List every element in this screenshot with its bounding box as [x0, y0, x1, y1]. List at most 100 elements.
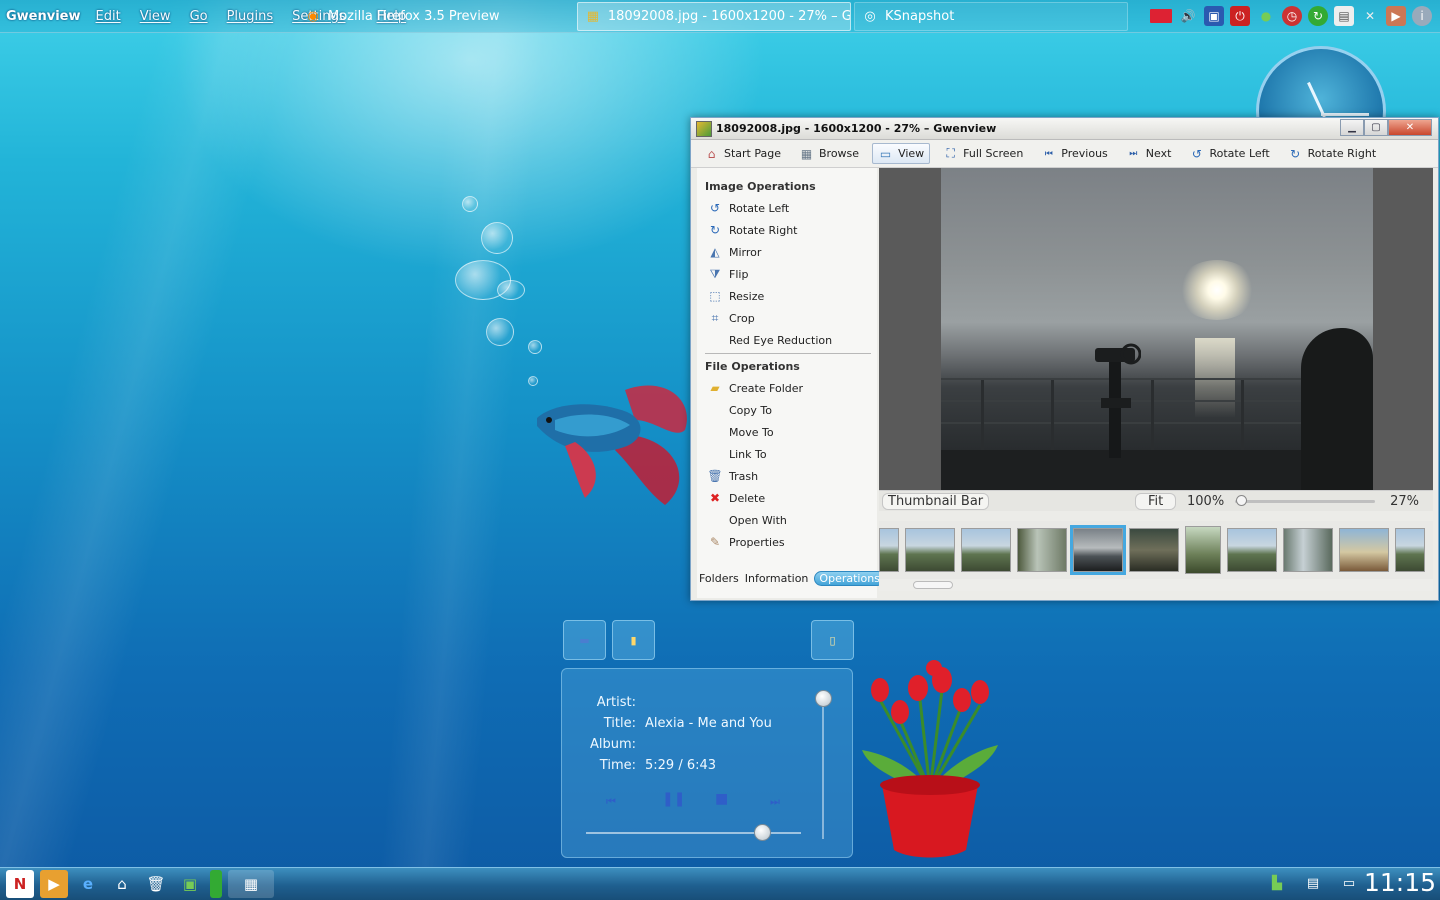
thumbnail-bar-toggle[interactable]: Thumbnail Bar [882, 492, 990, 510]
media-player-launcher-icon[interactable]: ▶ [40, 870, 68, 898]
display-icon[interactable]: ▭ [1340, 874, 1358, 892]
rotate-right-button[interactable]: ↻ Rotate Right [1283, 144, 1381, 163]
volume-slider-handle[interactable] [815, 690, 832, 707]
op-rotate-left[interactable]: ↺ Rotate Left [697, 197, 877, 219]
op-move-to[interactable]: Move To [697, 421, 877, 443]
previous-track-button[interactable]: ⏮ [606, 795, 616, 809]
menu-view[interactable]: View [140, 9, 171, 24]
op-copy-to[interactable]: Copy To [697, 399, 877, 421]
next-button[interactable]: ⏭ Next [1121, 144, 1177, 163]
zoom-slider[interactable] [1235, 500, 1375, 503]
tools-icon[interactable]: ✕ [1360, 6, 1380, 26]
zoom-fit-button[interactable]: Fit [1135, 492, 1177, 510]
thumbnail-selected[interactable] [1070, 525, 1126, 575]
menu-plugins[interactable]: Plugins [227, 9, 274, 24]
browser-launcher-icon[interactable]: e [74, 870, 102, 898]
rotate-right-label: Rotate Right [1307, 147, 1377, 160]
task-firefox[interactable]: ◉ Mozilla Firefox 3.5 Preview [298, 2, 574, 31]
power-icon[interactable]: ⏻ [1230, 6, 1250, 26]
op-properties[interactable]: ✎ Properties [697, 531, 877, 553]
tab-information[interactable]: Information [745, 572, 809, 585]
view-button[interactable]: ▭ View [872, 143, 931, 164]
start-page-button[interactable]: ⌂ Start Page [699, 144, 786, 163]
task-gwenview[interactable]: ▦ 18092008.jpg - 1600x1200 - 27% – G [577, 2, 851, 31]
thumbnail-scrollbar[interactable] [879, 579, 1433, 591]
pause-button[interactable]: ❚❚ [662, 791, 685, 807]
thumbnail[interactable] [1017, 528, 1067, 572]
photo-sun [1177, 260, 1257, 320]
op-link-to[interactable]: Link To [697, 443, 877, 465]
op-resize[interactable]: ⬚ Resize [697, 285, 877, 307]
time-label: Time: [599, 758, 636, 773]
kickoff-menu-icon[interactable]: N [6, 870, 34, 898]
window-titlebar[interactable]: 18092008.jpg - 1600x1200 - 27% – Gwenvie… [691, 118, 1438, 140]
image-viewer-launcher-icon[interactable]: ▣ [176, 870, 204, 898]
op-rotate-right[interactable]: ↻ Rotate Right [697, 219, 877, 241]
clipboard-icon[interactable]: ▤ [1304, 874, 1322, 892]
zoom-100-button[interactable]: 100% [1187, 494, 1224, 509]
start-page-label: Start Page [724, 147, 781, 160]
fullscreen-icon: ⛶ [946, 146, 955, 160]
thumbnail[interactable] [961, 528, 1011, 572]
previous-button[interactable]: ⏮ Previous [1036, 144, 1113, 163]
thumbnail-strip [879, 521, 1433, 579]
info-icon[interactable]: i [1412, 6, 1432, 26]
close-button[interactable]: ✕ [1388, 119, 1432, 136]
tab-operations[interactable]: Operations [814, 571, 885, 586]
player-applet-button[interactable]: ▬ [563, 620, 606, 660]
thumbnail[interactable] [1395, 528, 1425, 572]
thumbnail[interactable] [905, 528, 955, 572]
op-trash[interactable]: 🗑 Trash [697, 465, 877, 487]
volume-icon[interactable]: 🔊 [1178, 6, 1198, 26]
system-launcher-icon[interactable] [210, 870, 222, 898]
clipboard-icon[interactable]: ▤ [1334, 6, 1354, 26]
op-red-eye-reduction[interactable]: Red Eye Reduction [697, 329, 877, 351]
trash-launcher-icon[interactable]: 🗑 [142, 870, 170, 898]
op-crop[interactable]: ⌗ Crop [697, 307, 877, 329]
op-open-with[interactable]: Open With [697, 509, 877, 531]
rotate-left-button[interactable]: ↺ Rotate Left [1184, 144, 1274, 163]
menu-go[interactable]: Go [190, 9, 208, 24]
thumbnail[interactable] [879, 528, 899, 572]
op-flip[interactable]: ⧩ Flip [697, 263, 877, 285]
network-monitor-icon[interactable]: ▣ [1204, 6, 1224, 26]
task-ksnapshot[interactable]: ◎ KSnapshot [854, 2, 1128, 31]
zoom-slider-handle[interactable] [1236, 495, 1248, 506]
menu-edit[interactable]: Edit [96, 9, 121, 24]
player-folder-button[interactable]: ▮ [612, 620, 655, 660]
tab-folders[interactable]: Folders [699, 572, 739, 585]
keyboard-layout-flag-icon[interactable] [1150, 9, 1172, 23]
home-icon: ⌂ [707, 146, 716, 161]
file-manager-launcher-icon[interactable]: ⌂ [108, 870, 136, 898]
thumbnail[interactable] [1283, 528, 1333, 572]
alarm-clock-icon[interactable]: ◷ [1282, 6, 1302, 26]
messenger-icon[interactable]: ● [1256, 6, 1276, 26]
next-track-button[interactable]: ⏭ [770, 795, 780, 809]
full-screen-button[interactable]: ⛶ Full Screen [938, 144, 1028, 163]
pager-icon[interactable]: ▦ [228, 870, 274, 898]
thumbnail[interactable] [1339, 528, 1389, 572]
digital-clock[interactable]: 11:15 [1364, 868, 1436, 897]
maximize-button[interactable]: ▢ [1364, 119, 1388, 136]
media-icon[interactable]: ▶ [1386, 6, 1406, 26]
browse-button[interactable]: ▦ Browse [794, 144, 864, 163]
seek-slider-handle[interactable] [754, 824, 772, 841]
network-icon[interactable]: ▙ [1268, 874, 1286, 892]
update-notifier-icon[interactable]: ↻ [1308, 6, 1328, 26]
browse-grid-icon: ▦ [800, 146, 813, 161]
rotate-left-icon: ↺ [709, 201, 721, 215]
thumbnail[interactable] [1227, 528, 1277, 572]
thumbnail[interactable] [1129, 528, 1179, 572]
volume-slider[interactable] [822, 699, 824, 839]
stop-button[interactable]: ■ [715, 791, 728, 807]
op-mirror[interactable]: ◭ Mirror [697, 241, 877, 263]
minimize-button[interactable]: ▁ [1340, 119, 1364, 136]
scrollbar-grip[interactable] [913, 581, 953, 589]
folder-icon: ▮ [630, 633, 637, 647]
thumbnail[interactable] [1185, 526, 1221, 574]
op-create-folder[interactable]: ▰ Create Folder [697, 377, 877, 399]
photo-person-silhouette [1301, 328, 1373, 490]
player-document-button[interactable]: ▯ [811, 620, 854, 660]
op-delete[interactable]: ✖ Delete [697, 487, 877, 509]
image-viewer[interactable] [879, 168, 1433, 490]
